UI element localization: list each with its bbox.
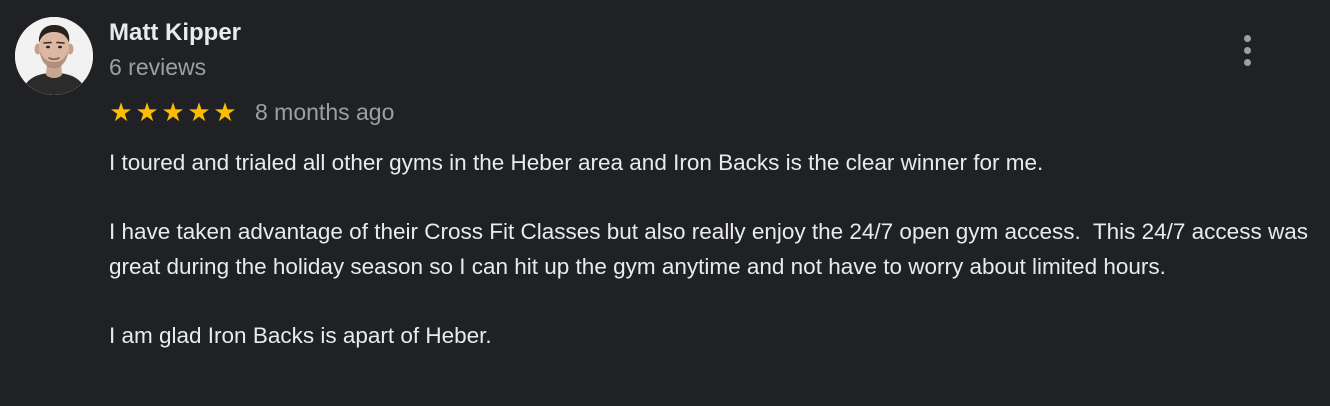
review-text: I toured and trialed all other gyms in t…	[109, 146, 1309, 353]
review-paragraph: I toured and trialed all other gyms in t…	[109, 150, 1044, 175]
review-date: 8 months ago	[255, 99, 395, 125]
author-avatar[interactable]	[15, 17, 93, 95]
profile-photo-icon	[15, 17, 93, 95]
review-card: Matt Kipper 6 reviews ★ ★ ★ ★ ★ 8 months ago…	[0, 0, 1330, 406]
star-icon: ★	[187, 97, 211, 127]
author-name[interactable]: Matt Kipper	[109, 18, 241, 48]
menu-dot	[1244, 59, 1251, 66]
star-icon: ★	[109, 97, 133, 127]
more-options-button[interactable]	[1232, 32, 1264, 68]
menu-dot	[1244, 35, 1251, 42]
star-icon: ★	[213, 97, 237, 127]
review-paragraph: I have taken advantage of their Cross Fi…	[109, 219, 1315, 279]
menu-dot	[1244, 47, 1251, 54]
review-paragraph: I am glad Iron Backs is apart of Heber.	[109, 322, 492, 348]
star-icon: ★	[161, 97, 185, 127]
star-icon: ★	[135, 97, 159, 127]
rating-row: ★ ★ ★ ★ ★ 8 months ago	[109, 96, 394, 128]
author-review-count: 6 reviews	[109, 54, 207, 80]
star-rating: ★ ★ ★ ★ ★	[109, 97, 237, 127]
